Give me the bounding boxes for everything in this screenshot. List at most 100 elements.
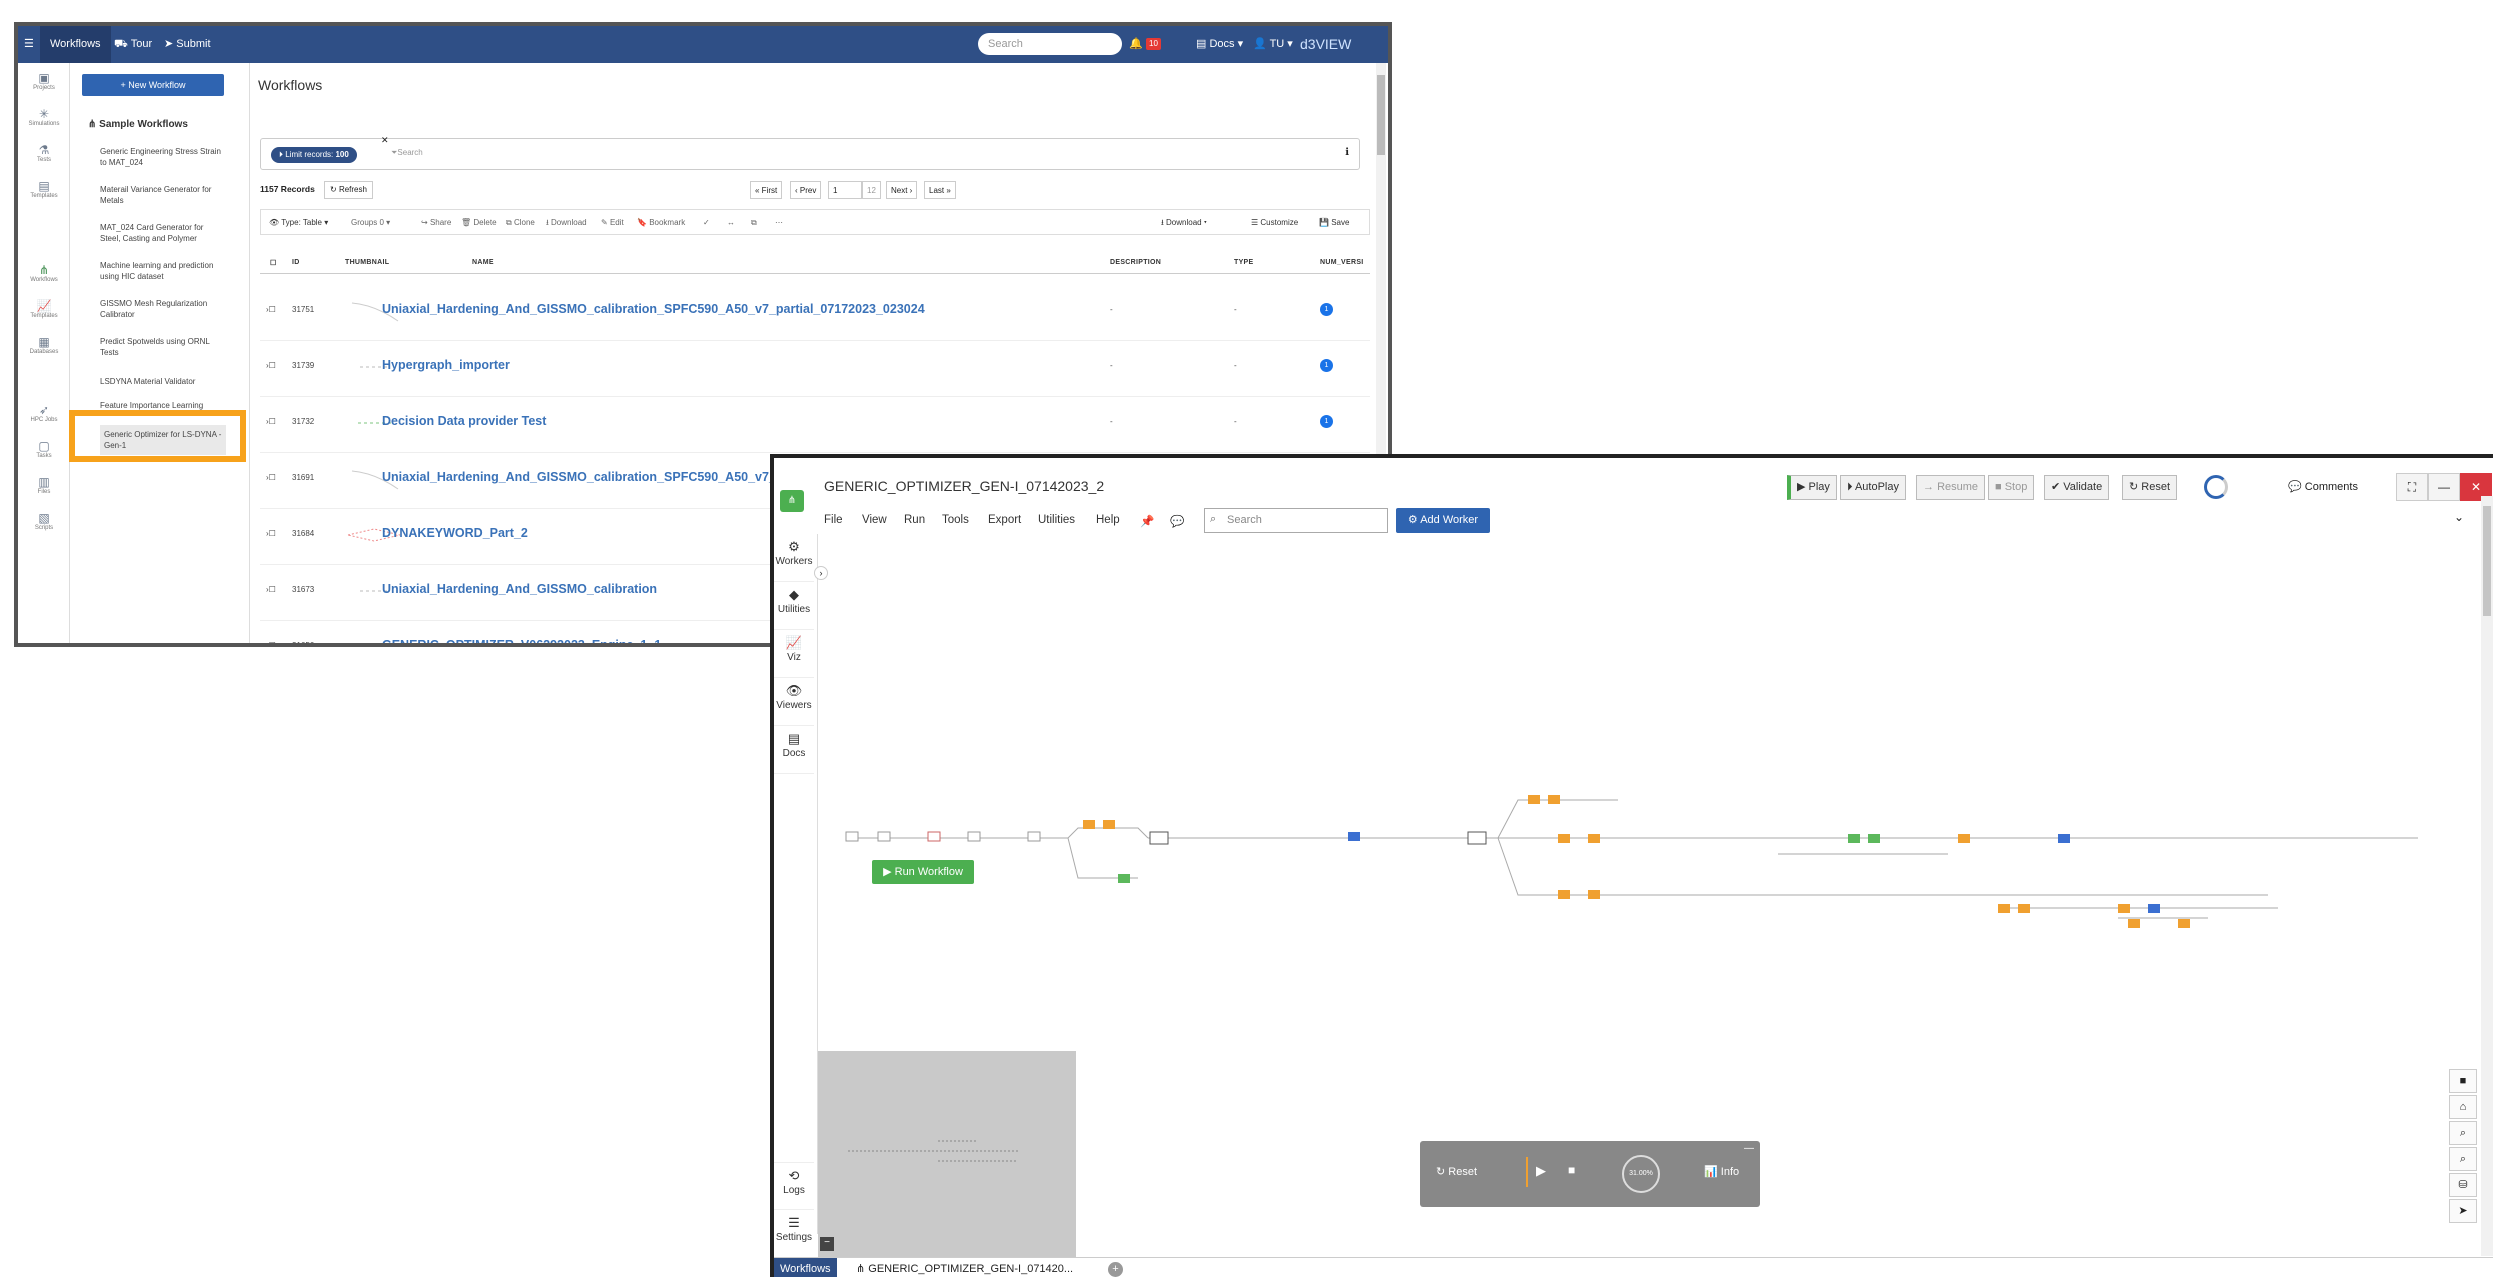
play-icon[interactable]: ▶ xyxy=(1536,1163,1546,1179)
tab-workflows[interactable]: Workflows xyxy=(40,26,111,63)
tab-submit[interactable]: ➤ Submit xyxy=(164,26,211,63)
tab-current-workflow[interactable]: ⋔ GENERIC_OPTIMIZER_GEN-I_071420... xyxy=(856,1258,1073,1277)
type-selector[interactable]: 👁 Type: Table ▾ xyxy=(269,210,328,236)
menu-utilities[interactable]: Utilities xyxy=(1038,514,1075,526)
rail-workflows[interactable]: ⋔ Workflows xyxy=(18,263,70,283)
add-worker-button[interactable]: ⚙ Add Worker xyxy=(1396,508,1490,533)
edit-button[interactable]: ✎ Edit xyxy=(601,210,624,236)
row-name[interactable]: Uniaxial_Hardening_And_GISSMO_calibratio… xyxy=(382,470,813,484)
scrollbar-thumb[interactable] xyxy=(2483,506,2491,616)
user-menu[interactable]: 👤 TU ▾ xyxy=(1253,26,1293,63)
expand-icon[interactable]: ›☐ xyxy=(266,529,276,538)
table-row[interactable]: ›☐ 31732 Decision Data provider Test - -… xyxy=(260,397,1370,453)
expand-icon[interactable]: ›☐ xyxy=(266,473,276,482)
row-name[interactable]: GENERIC_OPTIMIZER_V06292023_Engine_1_1 xyxy=(382,638,661,643)
row-name[interactable]: Uniaxial_Hardening_And_GISSMO_calibratio… xyxy=(382,302,925,316)
sample-item[interactable]: Predict Spotwelds using ORNL Tests xyxy=(100,336,226,358)
fullscreen-icon[interactable]: ⛶ xyxy=(2396,473,2428,501)
collapse-chevron-icon[interactable]: › xyxy=(814,566,828,580)
sample-item[interactable]: Materail Variance Generator for Metals xyxy=(100,184,226,206)
minimap[interactable] xyxy=(818,1051,1076,1257)
share-button[interactable]: ↪ Share xyxy=(421,210,451,236)
run-workflow-button[interactable]: ▶ Run Workflow xyxy=(872,860,974,884)
check-all-icon[interactable]: ✓ xyxy=(703,210,710,236)
table-row[interactable]: ›☐ 31751 Uniaxial_Hardening_And_GISSMO_c… xyxy=(260,285,1370,341)
rail-scripts[interactable]: ▧ Scripts xyxy=(18,511,70,531)
col-header-type[interactable]: TYPE xyxy=(1234,259,1253,266)
refresh-button[interactable]: ↻ Refresh xyxy=(324,181,373,199)
rail-files[interactable]: ▥ Files xyxy=(18,475,70,495)
tab-tour[interactable]: ⛟ Tour xyxy=(114,26,152,63)
select-all-checkbox[interactable]: ☐ xyxy=(270,259,277,267)
zoom-in-icon[interactable]: ⌕ xyxy=(2449,1121,2477,1145)
stop-icon[interactable]: ■ xyxy=(1568,1163,1575,1177)
sample-item[interactable]: Generic Engineering Stress Strain to MAT… xyxy=(100,146,226,168)
rail-templates-2[interactable]: 📈 Templates xyxy=(18,299,70,319)
minimize-icon[interactable]: — xyxy=(2428,473,2460,501)
nav-utilities[interactable]: ◆ Utilities xyxy=(774,582,814,630)
sample-item[interactable]: MAT_024 Card Generator for Steel, Castin… xyxy=(100,222,226,244)
nav-settings[interactable]: ☰ Settings xyxy=(774,1210,814,1258)
scrollbar[interactable] xyxy=(2481,496,2493,1256)
pin-icon[interactable]: 📌 xyxy=(1140,514,1154,528)
validate-button[interactable]: ✔ Validate xyxy=(2044,475,2110,500)
resume-button[interactable]: → Resume xyxy=(1916,475,1986,500)
info-button[interactable]: 📊 Info xyxy=(1704,1165,1739,1178)
nav-viewers[interactable]: 👁 Viewers xyxy=(774,678,814,726)
nav-workers[interactable]: ⚙ Workers xyxy=(774,534,814,582)
pointer-icon[interactable]: ➤ xyxy=(2449,1199,2477,1223)
chevron-down-icon[interactable]: ⌄ xyxy=(2454,510,2464,524)
download-menu[interactable]: ⭳ Download ▾ xyxy=(1161,210,1207,236)
rail-templates[interactable]: ▤ Templates xyxy=(18,179,70,199)
menu-view[interactable]: View xyxy=(862,514,887,526)
expand-icon[interactable]: ›☐ xyxy=(266,361,276,370)
zoom-out-icon[interactable]: ⌕ xyxy=(2449,1147,2477,1171)
controls-minimize-icon[interactable]: — xyxy=(1744,1143,1754,1154)
last-page-button[interactable]: Last » xyxy=(924,181,956,199)
minimap-collapse-icon[interactable]: − xyxy=(820,1237,834,1251)
sample-item[interactable]: LSDYNA Material Validator xyxy=(100,376,226,387)
nav-docs[interactable]: ▤ Docs xyxy=(774,726,814,774)
menu-export[interactable]: Export xyxy=(988,514,1021,526)
menu-file[interactable]: File xyxy=(824,514,843,526)
row-name[interactable]: Decision Data provider Test xyxy=(382,414,546,428)
rail-hpc-jobs[interactable]: ➶ HPC Jobs xyxy=(18,403,70,423)
rail-databases[interactable]: ▦ Databases xyxy=(18,335,70,355)
col-header-thumbnail[interactable]: THUMBNAIL xyxy=(345,259,389,266)
col-header-num-versions[interactable]: NUM_VERSI xyxy=(1320,259,1364,266)
expand-icon[interactable]: ›☐ xyxy=(266,641,276,643)
delete-button[interactable]: 🗑 Delete xyxy=(461,210,497,236)
bookmark-button[interactable]: 🔖 Bookmark xyxy=(637,210,685,236)
nav-viz[interactable]: 📈 Viz xyxy=(774,630,814,678)
menu-icon[interactable]: ☰ xyxy=(24,26,34,63)
sample-item[interactable]: Machine learning and prediction using HI… xyxy=(100,260,226,282)
rail-tasks[interactable]: ▢ Tasks xyxy=(18,439,70,459)
rail-projects[interactable]: ▣ Projects xyxy=(18,71,70,91)
rail-tests[interactable]: ⚗ Tests xyxy=(18,143,70,163)
workflow-graph[interactable] xyxy=(818,758,2493,1018)
autoplay-button[interactable]: ⏵ AutoPlay xyxy=(1840,475,1906,500)
download-button[interactable]: ⭳ Download xyxy=(546,210,587,236)
clone-button[interactable]: ⧉ Clone xyxy=(506,210,535,236)
nav-logs[interactable]: ⟲ Logs xyxy=(774,1162,814,1210)
search-input[interactable]: Search xyxy=(1204,508,1388,533)
stop-button[interactable]: ■ Stop xyxy=(1988,475,2035,500)
row-name[interactable]: DYNAKEYWORD_Part_2 xyxy=(382,526,528,540)
col-header-description[interactable]: DESCRIPTION xyxy=(1110,259,1161,266)
prev-page-button[interactable]: ‹ Prev xyxy=(790,181,822,199)
next-page-button[interactable]: Next › xyxy=(886,181,918,199)
expand-icon[interactable]: ›☐ xyxy=(266,417,276,426)
global-search-input[interactable]: Search xyxy=(978,33,1122,55)
limit-records-badge[interactable]: ⏵ Limit records: 100 xyxy=(271,147,357,163)
controls-reset-button[interactable]: ↻ Reset xyxy=(1436,1165,1477,1178)
bell-icon[interactable]: 🔔 xyxy=(1129,26,1143,63)
col-header-name[interactable]: NAME xyxy=(472,259,494,266)
comments-button[interactable]: 💬 Comments xyxy=(2288,480,2358,493)
chat-icon[interactable]: 💬 xyxy=(1170,514,1184,528)
add-tab-icon[interactable]: + xyxy=(1108,1262,1123,1277)
basket-icon[interactable]: ⛁ xyxy=(2449,1173,2477,1197)
more-icon[interactable]: ⋯ xyxy=(775,210,783,236)
menu-tools[interactable]: Tools xyxy=(942,514,969,526)
page-input[interactable]: 1 xyxy=(828,181,862,199)
menu-help[interactable]: Help xyxy=(1096,514,1120,526)
